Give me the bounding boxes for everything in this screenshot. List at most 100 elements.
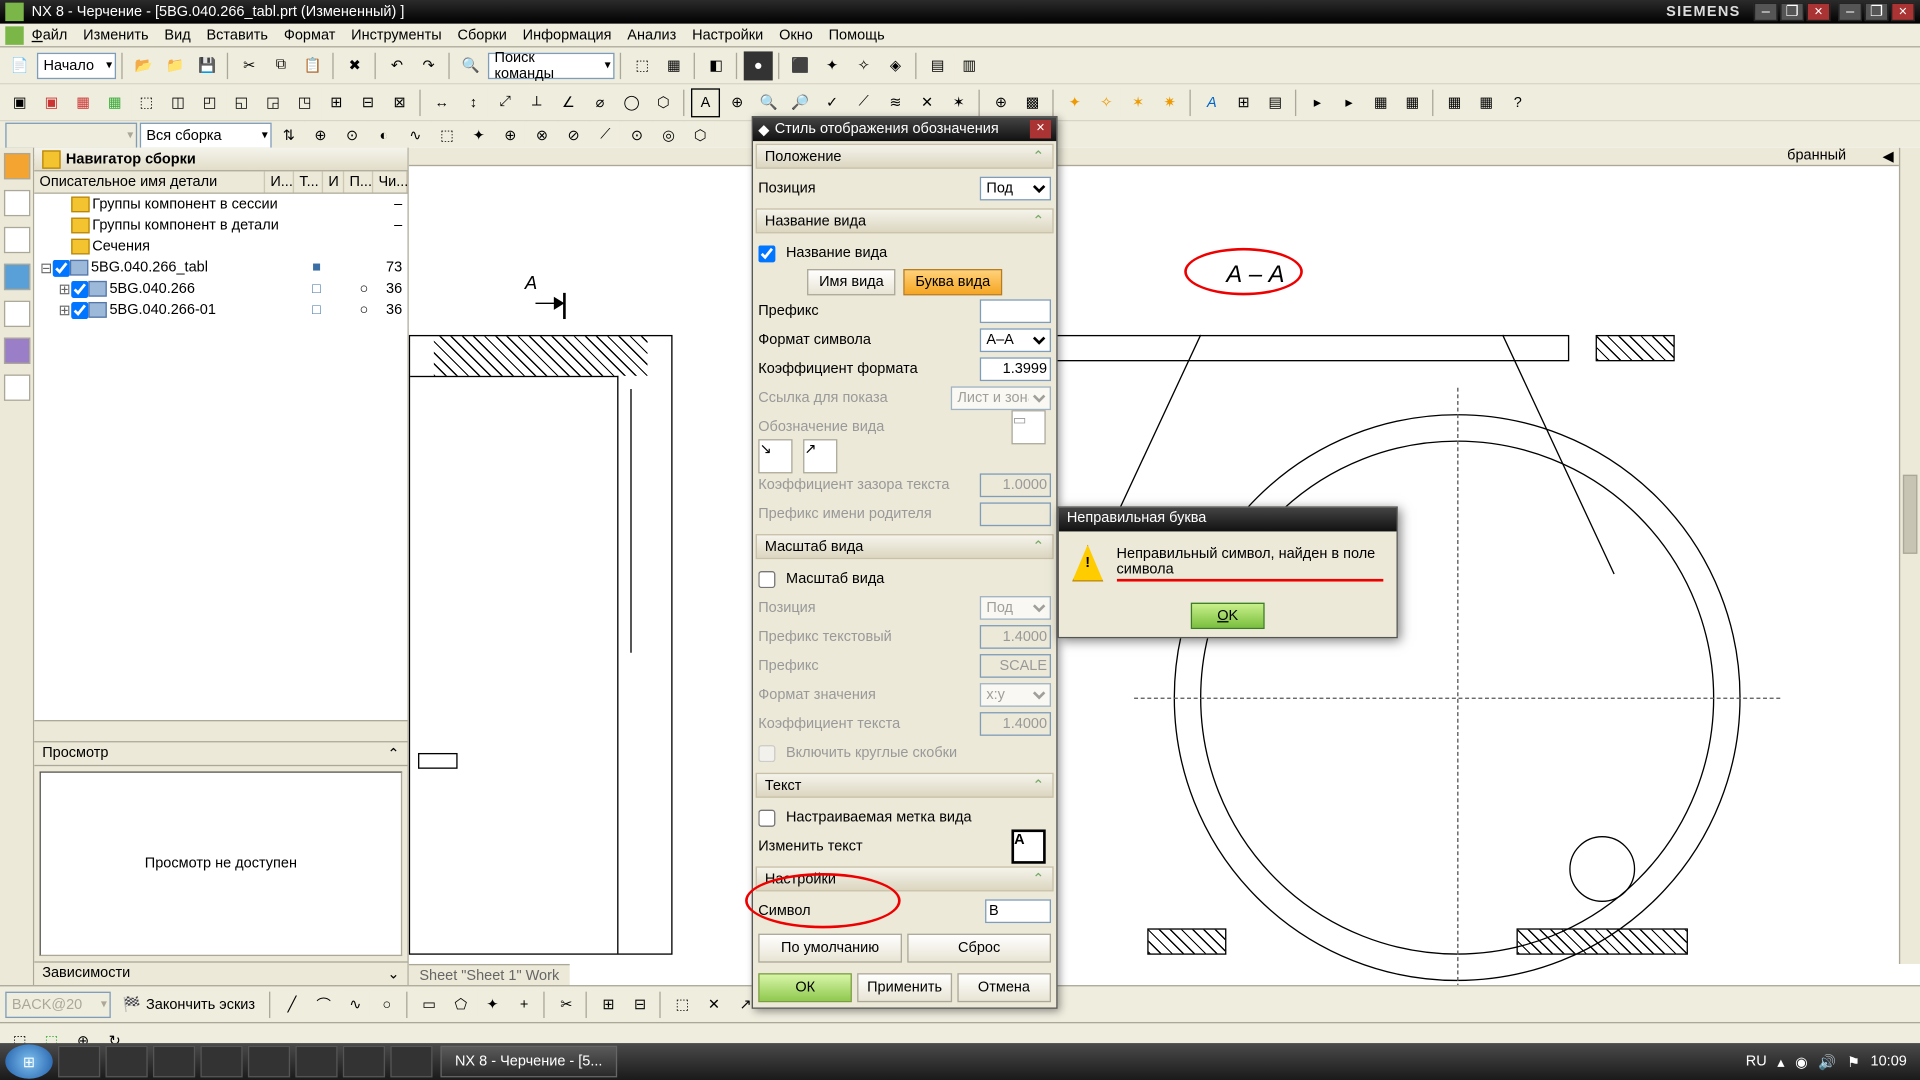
tray-net-icon[interactable]: ◉ — [1795, 1053, 1808, 1070]
tray-lang[interactable]: RU — [1746, 1054, 1767, 1070]
col-4[interactable]: П... — [344, 171, 373, 192]
r2-23-icon[interactable]: ✶ — [1124, 88, 1153, 117]
filter-icon-11[interactable]: ⟋ — [591, 121, 620, 150]
r2-28-icon[interactable]: ▸ — [1303, 88, 1332, 117]
r2-16-icon[interactable]: ⟋ — [849, 88, 878, 117]
r2-dim8-icon[interactable]: ⬡ — [649, 88, 678, 117]
filter-icon-6[interactable]: ⬚ — [433, 121, 462, 150]
tool-f-icon[interactable]: ◈ — [881, 51, 910, 80]
pin-chrome-icon[interactable] — [105, 1046, 147, 1078]
r2-12-icon[interactable]: ⊟ — [353, 88, 382, 117]
tree-body[interactable]: Группы компонент в сессии– Группы компон… — [34, 194, 407, 720]
restore-button[interactable]: ❐ — [1780, 3, 1804, 21]
r2-1-icon[interactable]: ▣ — [5, 88, 34, 117]
r2-20-icon[interactable]: ▩ — [1018, 88, 1047, 117]
alert-ok-button[interactable]: OOKK — [1191, 603, 1265, 629]
tool-g-icon[interactable]: ▤ — [923, 51, 952, 80]
preview-header[interactable]: Просмотр⌃ — [34, 742, 407, 766]
sk-circle-icon[interactable]: ○ — [372, 990, 401, 1019]
doc-close-button[interactable]: × — [1891, 3, 1915, 21]
reset-button[interactable]: Сброс — [907, 934, 1051, 963]
pin-firefox-icon[interactable] — [200, 1046, 242, 1078]
col-2[interactable]: Т... — [294, 171, 323, 192]
section-position[interactable]: Положение⌃ — [756, 144, 1054, 169]
filter-icon-14[interactable]: ⬡ — [686, 121, 715, 150]
r2-25-icon[interactable]: A — [1197, 88, 1226, 117]
r2-dim2-icon[interactable]: ↕ — [459, 88, 488, 117]
menu-insert[interactable]: Вставить — [207, 27, 269, 43]
r2-help-icon[interactable]: ? — [1503, 88, 1532, 117]
r2-dim5-icon[interactable]: ∠ — [554, 88, 583, 117]
sk-c-icon[interactable]: ⬚ — [668, 990, 697, 1019]
fmtcoef-input[interactable] — [980, 357, 1051, 381]
vtab-6-icon[interactable] — [3, 338, 29, 364]
command-search[interactable]: Поиск команды — [488, 52, 615, 78]
col-3[interactable]: И — [323, 171, 344, 192]
r2-11-icon[interactable]: ⊞ — [322, 88, 351, 117]
r2-6-icon[interactable]: ◫ — [164, 88, 193, 117]
symfmt-select[interactable]: A–A — [980, 328, 1051, 352]
menu-assemblies[interactable]: Сборки — [457, 27, 506, 43]
ok-button[interactable]: ОК — [758, 973, 852, 1002]
menu-help[interactable]: Помощь — [829, 27, 885, 43]
sk-line-icon[interactable]: ╱ — [277, 990, 306, 1019]
default-button[interactable]: По умолчанию — [758, 934, 902, 963]
arrow-style-1-button[interactable]: ↘ — [758, 439, 792, 473]
filter-icon-13[interactable]: ◎ — [654, 121, 683, 150]
sk-d-icon[interactable]: ✕ — [699, 990, 728, 1019]
tool-c-icon[interactable]: ◧ — [702, 51, 731, 80]
pin-explorer-icon[interactable] — [248, 1046, 290, 1078]
sketch-plane-combo[interactable]: BACK@20 — [5, 991, 110, 1017]
col-1[interactable]: И... — [265, 171, 294, 192]
copy-icon[interactable]: ⧉ — [266, 51, 295, 80]
row-check[interactable] — [53, 259, 70, 276]
menu-view[interactable]: Вид — [164, 27, 190, 43]
scale-checkbox[interactable] — [758, 570, 775, 587]
sk-point-icon[interactable]: + — [510, 990, 539, 1019]
sk-poly-icon[interactable]: ⬠ — [446, 990, 475, 1019]
pin-word-icon[interactable] — [390, 1046, 432, 1078]
tree-hscroll[interactable] — [34, 720, 407, 741]
doc-minimize-button[interactable]: – — [1838, 3, 1862, 21]
tool-e-icon[interactable]: ✧ — [849, 51, 878, 80]
menu-edit[interactable]: Изменить — [83, 27, 148, 43]
filter-combo-1[interactable] — [5, 122, 137, 148]
vtab-7-icon[interactable] — [3, 375, 29, 401]
filter-icon-8[interactable]: ⊕ — [496, 121, 525, 150]
cancel-button[interactable]: Отмена — [957, 973, 1051, 1002]
filter-icon-7[interactable]: ✦ — [464, 121, 493, 150]
r2-dim4-icon[interactable]: ⟂ — [522, 88, 551, 117]
vtab-3-icon[interactable] — [3, 227, 29, 253]
cube-icon[interactable]: ⬛ — [786, 51, 815, 80]
undo-icon[interactable]: ↶ — [382, 51, 411, 80]
dialog-close-button[interactable]: × — [1030, 120, 1051, 138]
r2-4-icon[interactable]: ▦ — [100, 88, 129, 117]
section-viewname[interactable]: Название вида⌃ — [756, 208, 1054, 233]
dialog-title-bar[interactable]: ◆ Стиль отображения обозначения × — [753, 117, 1056, 141]
r2-dim6-icon[interactable]: ⌀ — [586, 88, 615, 117]
r2-32-icon[interactable]: ▦ — [1440, 88, 1469, 117]
r2-14-icon[interactable]: ⊕ — [723, 88, 752, 117]
viewname-checkbox[interactable] — [758, 245, 775, 262]
r2-13-icon[interactable]: ⊠ — [385, 88, 414, 117]
menu-format[interactable]: Формат — [284, 27, 336, 43]
sk-spline-icon[interactable]: ∿ — [341, 990, 370, 1019]
r2-21-icon[interactable]: ✦ — [1060, 88, 1089, 117]
r2-18-icon[interactable]: ✕ — [913, 88, 942, 117]
menu-analysis[interactable]: Анализ — [627, 27, 676, 43]
r2-22-icon[interactable]: ✧ — [1092, 88, 1121, 117]
r2-2-icon[interactable]: ▣ — [37, 88, 66, 117]
r2-31-icon[interactable]: ▦ — [1398, 88, 1427, 117]
customlabel-checkbox[interactable] — [758, 809, 775, 826]
tray-up-icon[interactable]: ▴ — [1777, 1053, 1784, 1070]
start-button[interactable]: ⊞ — [5, 1044, 52, 1078]
sk-star-icon[interactable]: ✦ — [478, 990, 507, 1019]
collapse-icon[interactable]: ⌃ — [387, 745, 399, 762]
tray-vol-icon[interactable]: 🔊 — [1818, 1053, 1836, 1070]
row-check[interactable] — [71, 301, 88, 318]
minimize-button[interactable]: – — [1754, 3, 1778, 21]
r2-27-icon[interactable]: ▤ — [1261, 88, 1290, 117]
r2-zoom-in-icon[interactable]: 🔍 — [754, 88, 783, 117]
pin-ie-icon[interactable] — [58, 1046, 100, 1078]
menu-prefs[interactable]: Настройки — [692, 27, 763, 43]
